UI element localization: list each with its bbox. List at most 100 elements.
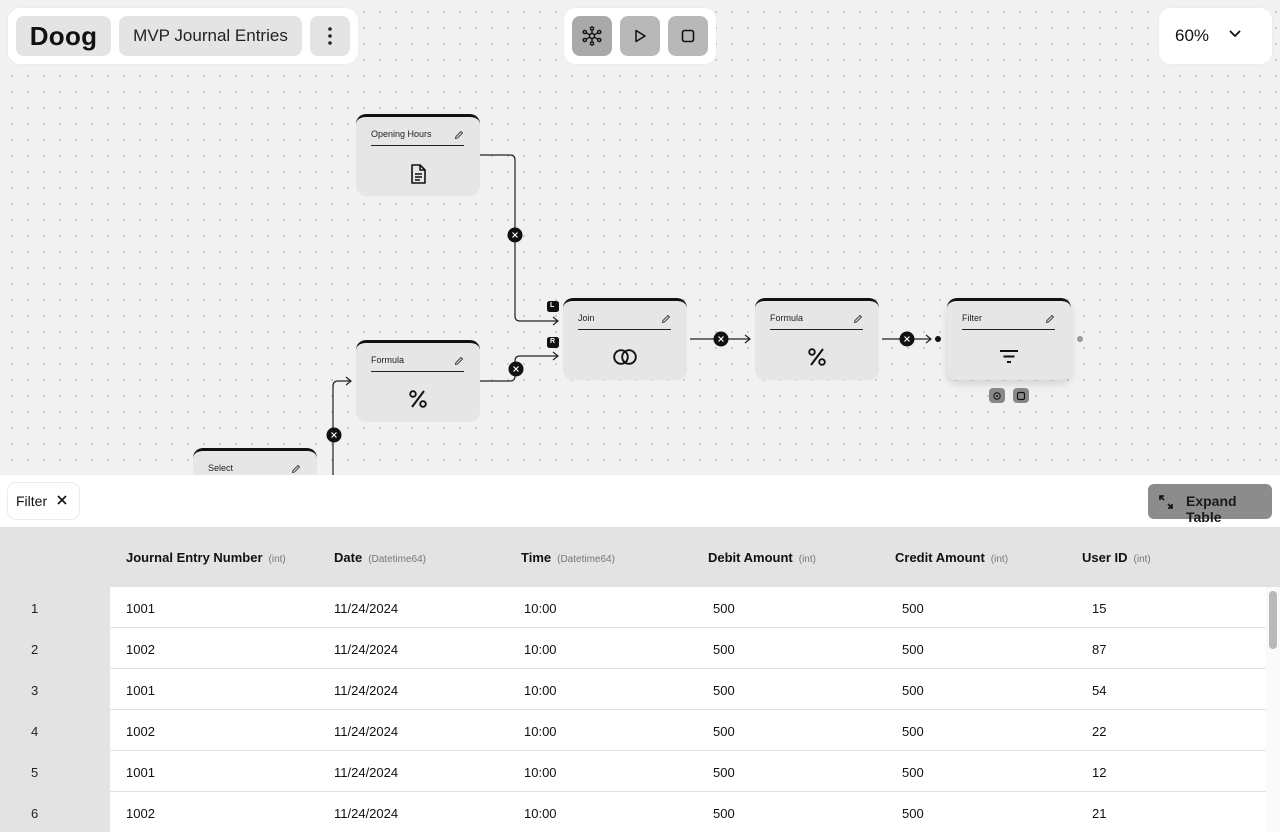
table-cell[interactable]: 500 — [902, 683, 924, 698]
project-header: Doog MVP Journal Entries — [8, 8, 358, 64]
network-graph-icon — [582, 26, 602, 46]
table-cell[interactable]: 21 — [1092, 806, 1106, 821]
node-run-button[interactable] — [989, 388, 1005, 403]
more-options-button[interactable] — [310, 16, 350, 56]
table-cell[interactable]: 15 — [1092, 601, 1106, 616]
row-number: 6 — [31, 806, 39, 821]
table-cell[interactable]: 500 — [902, 806, 924, 821]
row-number: 5 — [31, 765, 39, 780]
table-scrollbar-thumb[interactable] — [1269, 591, 1277, 649]
table-cell[interactable]: 500 — [713, 724, 735, 739]
table-cell[interactable]: 500 — [902, 642, 924, 657]
join-right-badge: R — [550, 338, 556, 345]
column-header[interactable]: User ID (int) — [1082, 550, 1151, 565]
run-toolbar — [564, 8, 716, 64]
table-cell[interactable]: 1002 — [126, 806, 155, 821]
column-header[interactable]: Credit Amount (int) — [895, 550, 1008, 565]
filter-lines-icon — [1000, 350, 1018, 363]
table-cell[interactable]: 10:00 — [524, 724, 557, 739]
chevron-down-icon — [1229, 30, 1241, 38]
table-cell[interactable]: 12 — [1092, 765, 1106, 780]
table-cell[interactable]: 10:00 — [524, 683, 557, 698]
connection-wires — [326, 154, 1083, 475]
table-cell[interactable]: 10:00 — [524, 642, 557, 657]
column-header[interactable]: Time (Datetime64) — [521, 550, 615, 565]
table-cell[interactable]: 500 — [713, 601, 735, 616]
percent-icon — [409, 390, 427, 408]
row-number: 3 — [31, 683, 39, 698]
table-cell[interactable]: 11/24/2024 — [334, 724, 398, 739]
expand-table-label: Expand Table — [1186, 493, 1237, 525]
table-cell[interactable]: 10:00 — [524, 806, 557, 821]
node-title: Formula — [371, 355, 405, 365]
table-cell[interactable]: 10:00 — [524, 765, 557, 780]
table-cell[interactable]: 11/24/2024 — [334, 683, 398, 698]
node-formula-right[interactable]: Formula — [755, 298, 879, 380]
expand-table-button[interactable]: Expand Table — [1148, 484, 1272, 525]
table-cell[interactable]: 1002 — [126, 642, 155, 657]
table-cell[interactable]: 1001 — [126, 601, 155, 616]
percent-icon — [808, 348, 826, 366]
close-icon[interactable] — [56, 494, 68, 506]
pencil-icon[interactable] — [454, 356, 464, 366]
table-cell[interactable]: 500 — [713, 683, 735, 698]
node-title: Select — [208, 463, 234, 473]
row-number: 2 — [31, 642, 39, 657]
table-cell[interactable]: 1001 — [126, 765, 155, 780]
table-cell[interactable]: 500 — [902, 765, 924, 780]
pencil-icon[interactable] — [661, 314, 671, 324]
column-header[interactable]: Date (Datetime64) — [334, 550, 426, 565]
network-graph-icon — [993, 391, 1001, 400]
zoom-control[interactable]: 60% — [1159, 8, 1272, 64]
column-header[interactable]: Journal Entry Number (int) — [126, 550, 286, 565]
node-join[interactable]: Join — [563, 298, 687, 380]
node-filter[interactable]: Filter — [947, 298, 1071, 380]
table-cell[interactable]: 54 — [1092, 683, 1106, 698]
row-number: 1 — [31, 601, 39, 616]
table-cell[interactable]: 500 — [902, 601, 924, 616]
table-cell[interactable]: 11/24/2024 — [334, 642, 398, 657]
table-cell[interactable]: 500 — [902, 724, 924, 739]
node-title: Formula — [770, 313, 804, 323]
stop-button[interactable] — [668, 16, 708, 56]
node-title: Filter — [962, 313, 982, 323]
table-cell[interactable]: 1001 — [126, 683, 155, 698]
data-table: Journal Entry Number (int) Date (Datetime6… — [0, 527, 1280, 832]
stop-icon — [681, 29, 695, 43]
filter-tab-chip[interactable]: Filter — [8, 483, 79, 519]
pencil-icon[interactable] — [454, 130, 464, 140]
table-cell[interactable]: 500 — [713, 806, 735, 821]
table-toolbar: Filter Expand Table — [0, 475, 1280, 527]
node-title: Opening Hours — [371, 129, 432, 139]
logo[interactable]: Doog — [16, 16, 111, 56]
column-header[interactable]: Debit Amount (int) — [708, 550, 816, 565]
stop-icon — [1016, 391, 1026, 400]
table-cell[interactable]: 11/24/2024 — [334, 765, 398, 780]
run-button[interactable] — [620, 16, 660, 56]
table-cell[interactable]: 1002 — [126, 724, 155, 739]
node-formula-left[interactable]: Formula — [356, 340, 480, 422]
row-number: 4 — [31, 724, 39, 739]
pencil-icon[interactable] — [291, 464, 301, 474]
project-title-button[interactable]: MVP Journal Entries — [119, 16, 302, 56]
table-cell[interactable]: 10:00 — [524, 601, 557, 616]
table-cell[interactable]: 11/24/2024 — [334, 601, 398, 616]
workflow-canvas[interactable]: L R Doog MVP Journal Entries 60% Opening… — [0, 0, 1280, 475]
join-circles-icon — [613, 349, 637, 365]
vertical-dots-icon — [328, 27, 332, 45]
filter-chip-label: Filter — [16, 493, 48, 509]
zoom-level: 60% — [1175, 26, 1210, 45]
table-cell[interactable]: 22 — [1092, 724, 1106, 739]
table-cell[interactable]: 11/24/2024 — [334, 806, 398, 821]
pencil-icon[interactable] — [853, 314, 863, 324]
document-icon — [411, 164, 426, 184]
pencil-icon[interactable] — [1045, 314, 1055, 324]
expand-icon — [1159, 495, 1173, 509]
node-select[interactable]: Select — [193, 448, 317, 475]
graph-view-button[interactable] — [572, 16, 612, 56]
table-cell[interactable]: 87 — [1092, 642, 1106, 657]
node-opening-hours[interactable]: Opening Hours — [356, 114, 480, 196]
table-cell[interactable]: 500 — [713, 642, 735, 657]
node-stop-button[interactable] — [1013, 388, 1029, 403]
table-cell[interactable]: 500 — [713, 765, 735, 780]
